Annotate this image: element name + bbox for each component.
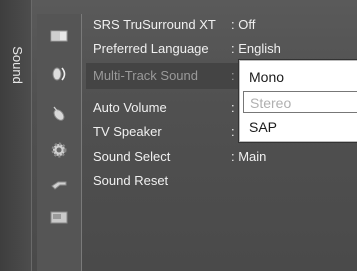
menu-item-value: : [231, 124, 235, 139]
menu-item-label: Preferred Language [93, 41, 209, 56]
menu-item-label: Sound Reset [93, 173, 169, 188]
sound-side-tab: Sound [0, 0, 32, 271]
menu-item-value: : [231, 68, 235, 83]
input-icon[interactable] [49, 174, 69, 194]
osd-panel: Sound SRS TruSurround XT : Off Preferred… [0, 0, 357, 271]
channel-icon[interactable] [49, 104, 69, 124]
category-icon-column [37, 14, 82, 271]
menu-item-label: TV Speaker [93, 124, 162, 139]
menu-item-label: Sound Select [93, 149, 171, 164]
side-tab-label: Sound [10, 46, 25, 84]
menu-item-label: SRS TruSurround XT [93, 17, 216, 32]
application-icon[interactable] [49, 207, 69, 227]
menu-item-value: : [231, 100, 235, 115]
sound-icon[interactable] [49, 64, 69, 84]
dropdown-option-sap[interactable]: SAP [243, 116, 357, 138]
menu-item-label: Auto Volume [93, 100, 167, 115]
menu-item-value: : Main [231, 149, 267, 164]
setup-gear-icon[interactable] [49, 140, 69, 160]
dropdown-option-mono[interactable]: Mono [243, 66, 357, 88]
menu-item-label: Multi-Track Sound [93, 68, 198, 83]
menu-item-value: : Off [231, 17, 256, 32]
menu-item-value: : English [231, 41, 281, 56]
dropdown-option-stereo[interactable]: Stereo [243, 91, 357, 113]
multi-track-sound-dropdown[interactable]: Mono Stereo SAP [238, 59, 357, 143]
picture-icon[interactable] [49, 26, 69, 46]
